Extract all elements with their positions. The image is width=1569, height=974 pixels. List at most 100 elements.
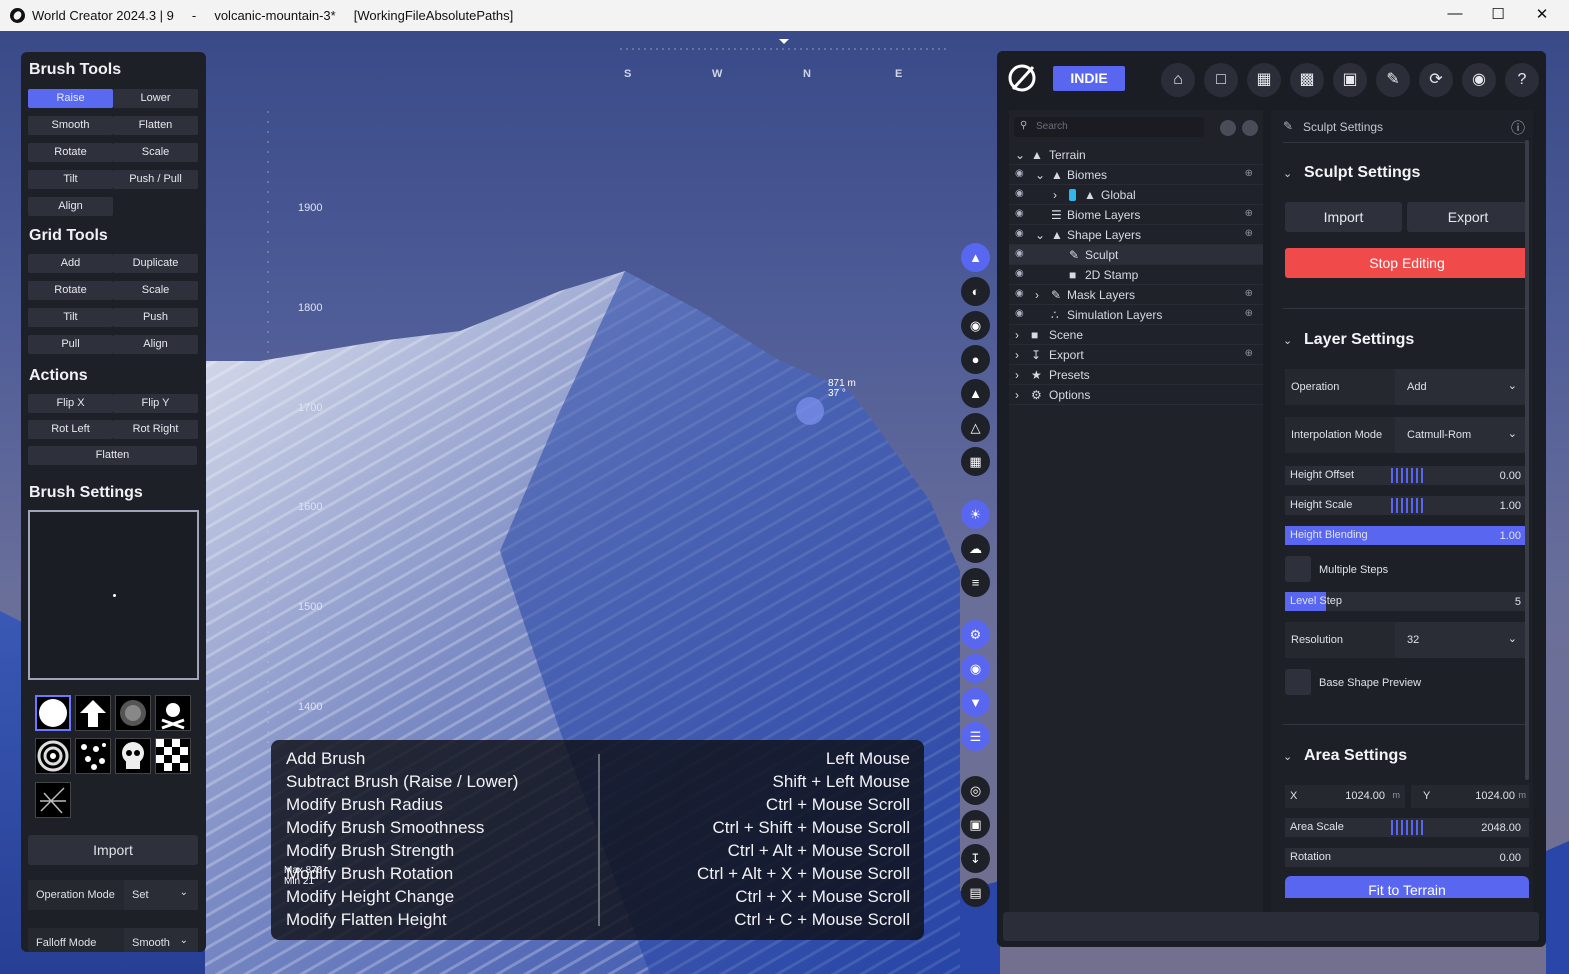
tree-item-export[interactable]: › ↧ Export ⊕ bbox=[1009, 345, 1263, 365]
multiple-steps-checkbox[interactable] bbox=[1285, 556, 1311, 582]
sun-icon[interactable]: ☀ bbox=[961, 500, 990, 529]
slider-grip[interactable] bbox=[1391, 468, 1423, 483]
grid-scale-button[interactable]: Scale bbox=[113, 281, 198, 300]
eye-icon[interactable]: ◉ bbox=[1015, 228, 1024, 239]
mountain-icon[interactable]: ▲ bbox=[961, 379, 990, 408]
resolution-select[interactable]: 32 ⌄ bbox=[1395, 622, 1529, 658]
grid-add-button[interactable]: Add bbox=[28, 254, 113, 273]
flip-y-button[interactable]: Flip Y bbox=[113, 394, 198, 413]
height-offset-slider[interactable]: Height Offset 0.00 bbox=[1285, 466, 1529, 485]
height-blending-slider[interactable]: Height Blending 1.00 bbox=[1285, 526, 1529, 545]
operation-mode-select[interactable]: Set ⌄ bbox=[124, 880, 198, 910]
tree-item-options[interactable]: › ⚙ Options bbox=[1009, 385, 1263, 405]
record-icon[interactable]: ◎ bbox=[961, 776, 990, 805]
tree-item-terrain[interactable]: ⌄ ▲ Terrain bbox=[1009, 145, 1263, 165]
brush-import-button[interactable]: Import bbox=[28, 835, 198, 865]
refresh-icon[interactable]: ⟳ bbox=[1419, 63, 1453, 97]
grid-align-button[interactable]: Align bbox=[113, 335, 198, 354]
add-icon[interactable]: ⊕ bbox=[1245, 168, 1253, 179]
maximize-button[interactable]: ☐ bbox=[1488, 5, 1508, 23]
search-input[interactable]: ⚲ Search bbox=[1014, 117, 1204, 137]
close-button[interactable]: ✕ bbox=[1532, 5, 1552, 23]
brush-noise[interactable] bbox=[115, 695, 151, 731]
lower-button[interactable]: Lower bbox=[113, 89, 198, 108]
fog-icon[interactable]: ≡ bbox=[961, 568, 990, 597]
eye-icon[interactable]: ◉ bbox=[1015, 208, 1024, 219]
stats-icon[interactable]: ▤ bbox=[961, 878, 990, 907]
image-icon[interactable]: ▣ bbox=[961, 810, 990, 839]
sky-icon[interactable]: ◐ bbox=[961, 277, 990, 306]
tree-item-shape-layers[interactable]: ◉ ⌄ ▲ Shape Layers ⊕ bbox=[1009, 225, 1263, 245]
slider-grip[interactable] bbox=[1391, 498, 1423, 513]
open-folder-icon[interactable]: ▦ bbox=[1247, 63, 1281, 97]
settings-icon[interactable]: ⚙ bbox=[961, 620, 990, 649]
height-scale-slider[interactable]: Height Scale 1.00 bbox=[1285, 496, 1529, 515]
eye-icon[interactable]: ◉ bbox=[1015, 288, 1024, 299]
slider-grip[interactable] bbox=[1391, 820, 1423, 835]
operation-select[interactable]: Add ⌄ bbox=[1395, 369, 1529, 405]
eye-icon[interactable]: ◉ bbox=[1015, 168, 1024, 179]
camera-icon[interactable]: ◉ bbox=[1462, 63, 1496, 97]
expand-icon[interactable] bbox=[1242, 120, 1258, 136]
water-drop-icon[interactable]: ● bbox=[961, 345, 990, 374]
eye-icon[interactable]: ◉ bbox=[961, 654, 990, 683]
new-file-icon[interactable]: □ bbox=[1204, 63, 1238, 97]
collapse-icon[interactable] bbox=[1220, 120, 1236, 136]
scrollbar[interactable] bbox=[1525, 140, 1529, 780]
raise-button[interactable]: Raise bbox=[28, 89, 113, 108]
flip-x-button[interactable]: Flip X bbox=[28, 394, 113, 413]
x-field[interactable]: X 1024.00 m bbox=[1285, 785, 1405, 808]
area-scale-slider[interactable]: Area Scale 2048.00 bbox=[1285, 818, 1529, 837]
tree-item-sculpt[interactable]: ◉ ✎ Sculpt bbox=[1009, 245, 1263, 265]
rotate-button[interactable]: Rotate bbox=[28, 143, 113, 162]
eye-icon[interactable]: ◉ bbox=[1015, 188, 1024, 199]
eye-icon[interactable]: ◉ bbox=[1015, 268, 1024, 279]
tree-item-biome-layers[interactable]: ◉ ☰ Biome Layers ⊕ bbox=[1009, 205, 1263, 225]
minimize-button[interactable]: — bbox=[1445, 5, 1465, 22]
y-field[interactable]: Y 1024.00 m bbox=[1411, 785, 1529, 808]
chevron-down-icon[interactable]: ⌄ bbox=[1283, 167, 1292, 180]
camera-orbit-icon[interactable]: ◉ bbox=[961, 311, 990, 340]
brush-skull-crossbones[interactable] bbox=[155, 695, 191, 731]
falloff-mode-select[interactable]: Smooth ⌄ bbox=[124, 928, 198, 952]
add-icon[interactable]: ⊕ bbox=[1245, 208, 1253, 219]
tree-item-presets[interactable]: › ★ Presets bbox=[1009, 365, 1263, 385]
brush-dots[interactable] bbox=[75, 738, 111, 774]
brush-circle[interactable] bbox=[35, 695, 71, 731]
navigation-icon[interactable]: ▲ bbox=[961, 243, 990, 272]
tree-item-global[interactable]: ◉ › ▲ Global bbox=[1009, 185, 1263, 205]
save-as-icon[interactable]: ▣ bbox=[1333, 63, 1367, 97]
export-button[interactable]: Export bbox=[1407, 202, 1529, 232]
level-step-slider[interactable]: Level Step 5 bbox=[1285, 592, 1529, 611]
rot-left-button[interactable]: Rot Left bbox=[28, 420, 113, 439]
tree-item-2d-stamp[interactable]: ◉ ■ 2D Stamp bbox=[1009, 265, 1263, 285]
flatten-button[interactable]: Flatten bbox=[113, 116, 198, 135]
interpolation-select[interactable]: Catmull-Rom ⌄ bbox=[1395, 417, 1529, 453]
cloud-icon[interactable]: ☁ bbox=[961, 534, 990, 563]
add-icon[interactable]: ⊕ bbox=[1245, 228, 1253, 239]
tree-item-mask-layers[interactable]: ◉ › ✎ Mask Layers ⊕ bbox=[1009, 285, 1263, 305]
tree-item-biomes[interactable]: ◉ ⌄ ▲ Biomes ⊕ bbox=[1009, 165, 1263, 185]
brush-scratch[interactable] bbox=[35, 782, 71, 818]
brush-skull[interactable] bbox=[115, 738, 151, 774]
flatten-action-button[interactable]: Flatten bbox=[28, 446, 197, 465]
stop-editing-button[interactable]: Stop Editing bbox=[1285, 248, 1529, 278]
home-icon[interactable]: ⌂ bbox=[1161, 63, 1195, 97]
add-icon[interactable]: ⊕ bbox=[1245, 348, 1253, 359]
smooth-button[interactable]: Smooth bbox=[28, 116, 113, 135]
grid-pull-button[interactable]: Pull bbox=[28, 335, 113, 354]
brush-checker[interactable] bbox=[155, 738, 191, 774]
chevron-down-icon[interactable]: ⌄ bbox=[1283, 334, 1292, 347]
grid-tilt-button[interactable]: Tilt bbox=[28, 308, 113, 327]
chevron-down-icon[interactable]: ⌄ bbox=[1283, 750, 1292, 763]
help-icon[interactable]: ? bbox=[1505, 63, 1539, 97]
push-pull-button[interactable]: Push / Pull bbox=[113, 170, 198, 189]
landscape-icon[interactable]: △ bbox=[961, 413, 990, 442]
download-icon[interactable]: ↧ bbox=[961, 844, 990, 873]
base-shape-checkbox[interactable] bbox=[1285, 669, 1311, 695]
add-icon[interactable]: ⊕ bbox=[1245, 308, 1253, 319]
align-button[interactable]: Align bbox=[28, 197, 113, 216]
grid-push-button[interactable]: Push bbox=[113, 308, 198, 327]
filter-icon[interactable]: ▼ bbox=[961, 688, 990, 717]
edit-file-icon[interactable]: ✎ bbox=[1376, 63, 1410, 97]
